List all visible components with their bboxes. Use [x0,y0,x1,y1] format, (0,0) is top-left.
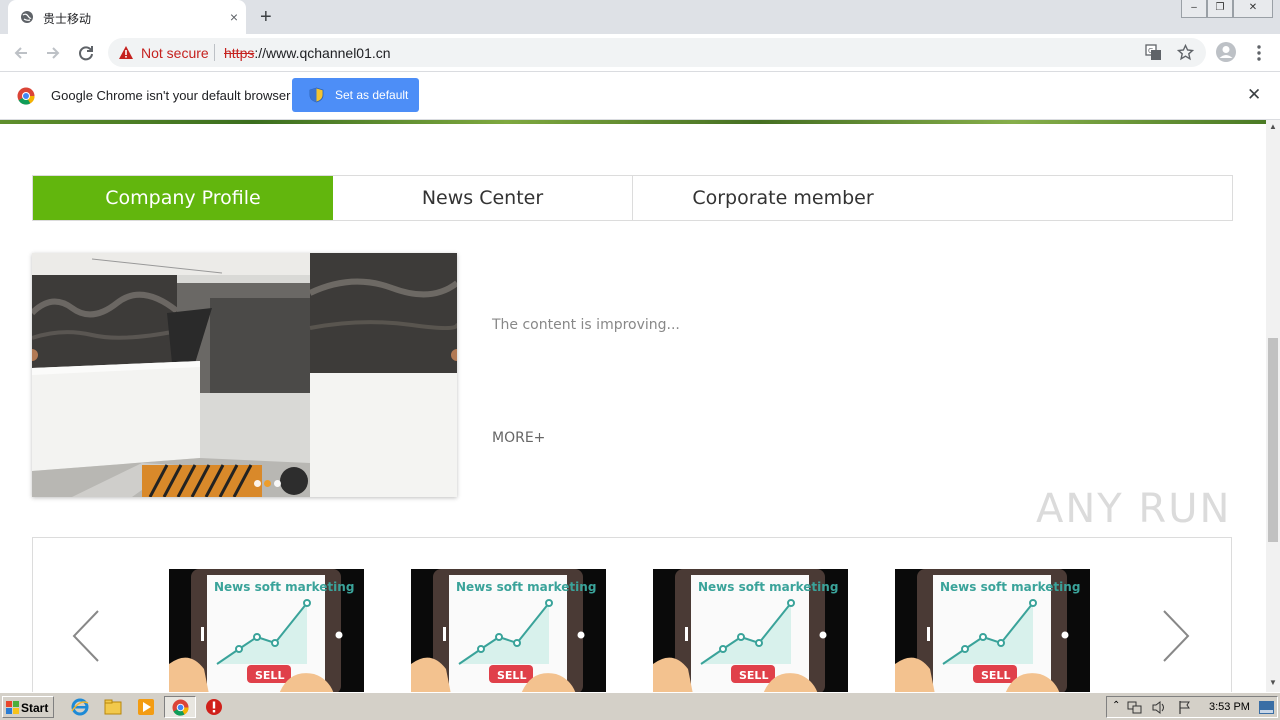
news-card[interactable]: SELL News soft marketing [411,569,606,692]
url-host: ://www.qchannel01.cn [254,45,391,61]
minimize-button[interactable]: – [1181,0,1207,18]
news-card[interactable]: SELL News soft marketing [169,569,364,692]
svg-text:SELL: SELL [981,669,1010,682]
restore-button[interactable]: ❐ [1207,0,1233,18]
windows-logo-icon [6,701,19,714]
rug [142,464,262,497]
reload-icon[interactable] [75,42,97,64]
back-icon[interactable] [10,42,32,64]
set-as-default-button[interactable]: Set as default [292,78,419,112]
svg-text:G: G [1148,47,1153,55]
show-desktop-icon[interactable] [1259,701,1274,714]
chrome-taskbar-icon [172,699,189,716]
profile-avatar-icon[interactable] [1215,41,1237,63]
internet-explorer-icon[interactable] [71,698,89,716]
chrome-logo-icon [17,87,35,105]
file-explorer-icon[interactable] [104,698,122,716]
address-bar[interactable]: Not secure https://www.qchannel01.cn G [108,38,1206,67]
taskbar-chrome-active[interactable] [164,696,196,718]
start-label: Start [21,701,49,715]
scroll-up-icon[interactable]: ▲ [1269,122,1277,131]
default-browser-infobar: Google Chrome isn't your default browser… [0,72,1280,120]
more-link[interactable]: MORE+ [492,430,545,446]
tab-company-profile[interactable]: Company Profile [33,176,333,220]
windows-taskbar: Start ⌃ 3:53 PM [0,692,1280,720]
news-card[interactable]: SELL News soft marketing [653,569,848,692]
volume-icon[interactable] [1151,700,1167,715]
section-tabs: Company Profile News Center Corporate me… [32,175,1233,221]
network-icon[interactable] [1127,700,1143,715]
scroll-down-icon[interactable]: ▼ [1269,678,1277,687]
taskbar-clock[interactable]: 3:53 PM [1209,701,1250,713]
profile-content-text: The content is improving... [492,317,680,333]
slider-dot-active[interactable] [264,480,271,487]
tab-news-center[interactable]: News Center [333,176,633,220]
carousel-next-arrow-icon[interactable] [1161,608,1191,664]
system-tray: ⌃ 3:53 PM [1106,696,1278,718]
tray-expand-icon[interactable]: ⌃ [1112,700,1120,711]
set-as-default-label: Set as default [335,88,409,102]
news-card-title: News soft marketing [456,580,597,594]
uac-shield-icon [309,87,324,103]
slider-dots [254,474,284,492]
infobar-close-icon[interactable]: ✕ [1247,86,1261,104]
svg-text:SELL: SELL [255,669,284,682]
url-protocol: https [224,45,255,61]
tab-strip: 贵士移动 × + – ❐ ✕ [0,0,1280,34]
action-center-flag-icon[interactable] [1177,700,1193,715]
svg-text:SELL: SELL [497,669,526,682]
browser-toolbar: Not secure https://www.qchannel01.cn G [0,34,1280,72]
tab-title: 贵士移动 [43,12,92,26]
not-secure-label[interactable]: Not secure [141,45,209,61]
tab-corporate-member[interactable]: Corporate member [633,176,933,220]
news-card-title: News soft marketing [698,580,839,594]
translate-icon[interactable]: G [1145,44,1162,61]
omnibox-divider [214,44,215,61]
browser-tab[interactable]: 贵士移动 × [8,0,246,34]
slider-dot[interactable] [274,480,281,487]
carousel-prev-arrow-icon[interactable] [71,608,101,664]
tab-close-icon[interactable]: × [230,9,238,25]
media-player-icon[interactable] [137,698,155,716]
page-viewport: Company Profile News Center Corporate me… [0,124,1266,692]
globe-icon [21,11,33,23]
warning-icon [119,46,133,59]
menu-kebab-icon[interactable] [1248,42,1270,64]
news-card[interactable]: SELL News soft marketing [895,569,1090,692]
bookmark-star-icon[interactable] [1177,44,1194,61]
lobby-photo [32,253,457,497]
new-tab-button[interactable]: + [260,6,272,28]
forward-icon[interactable] [42,42,64,64]
news-carousel: SELL News soft marketing SELL News soft … [32,537,1232,692]
scroll-thumb[interactable] [1268,338,1278,542]
company-photo-slider[interactable] [32,253,457,497]
slider-dot[interactable] [254,480,261,487]
news-card-title: News soft marketing [940,580,1081,594]
news-card-title: News soft marketing [214,580,355,594]
anyrun-watermark: ANY RUN [1036,486,1232,532]
svg-text:SELL: SELL [739,669,768,682]
close-window-button[interactable]: ✕ [1233,0,1273,18]
page-scrollbar[interactable]: ▲ ▼ [1266,120,1280,692]
stop-sign-icon[interactable] [205,698,223,716]
start-button[interactable]: Start [2,696,54,718]
infobar-message: Google Chrome isn't your default browser [51,88,291,103]
url-text[interactable]: https://www.qchannel01.cn [224,45,391,61]
